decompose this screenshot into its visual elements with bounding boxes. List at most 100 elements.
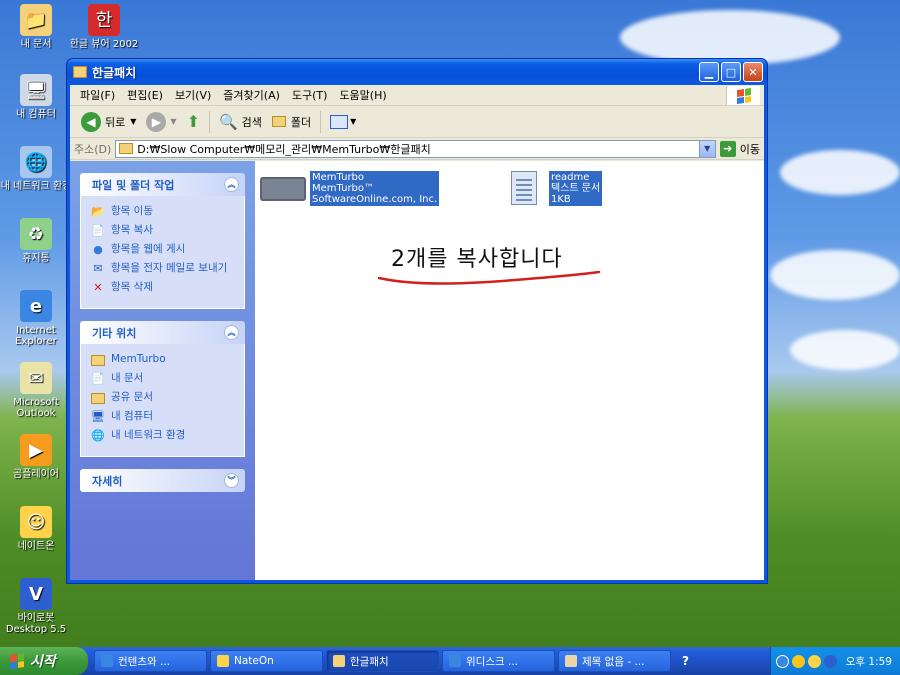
views-button[interactable]: ▼ (325, 109, 361, 135)
security-shield-icon[interactable] (791, 654, 805, 668)
chevron-down-icon[interactable]: ▼ (170, 117, 176, 126)
forward-button[interactable]: ▶ ▼ (141, 109, 181, 135)
desktop-icon-outlook[interactable]: ✉ Microsoft Outlook (0, 362, 72, 419)
expand-icon[interactable]: ︾ (224, 473, 239, 488)
taskbar: 시작 컨텐츠와 ... NateOn 한글패치 위디스크 ... 제목 없음 -… (0, 647, 900, 675)
folder-icon (91, 355, 105, 366)
place-network[interactable]: 🌐 내 네트워크 환경 (91, 429, 234, 443)
recycle-bin-icon: ♻ (20, 218, 52, 250)
place-my-documents[interactable]: 📄 내 문서 (91, 372, 234, 386)
close-button[interactable]: ✕ (743, 62, 763, 82)
globe-icon: ● (93, 243, 103, 256)
antivirus-tray-icon[interactable] (823, 654, 837, 668)
file-item-readme[interactable]: readme 텍스트 문서 1KB (511, 171, 603, 206)
windows-logo-icon (10, 653, 24, 669)
desktop-icon-my-computer[interactable]: 🖥 내 컴퓨터 (0, 74, 72, 120)
desktop-icon-gom-player[interactable]: ▶ 곰플레이어 (0, 434, 72, 480)
task-copy-item[interactable]: 📄 항목 복사 (91, 224, 234, 238)
menu-help[interactable]: 도움말(H) (333, 87, 392, 103)
hangul-viewer-icon: 한 (88, 4, 120, 36)
desktop-icon-nateon[interactable]: ☺ 네이트온 (0, 506, 72, 552)
desktop-icon-network[interactable]: 🌐 내 네트워크 환경 (0, 146, 72, 192)
search-label: 검색 (241, 115, 262, 129)
collapse-icon[interactable]: ︽ (224, 325, 239, 340)
file-view[interactable]: MemTurbo MemTurbo™ SoftwareOnline.com, I… (255, 161, 764, 580)
place-shared-documents[interactable]: 공유 문서 (91, 391, 234, 405)
other-places-title: 기타 위치 (92, 326, 137, 340)
maximize-button[interactable]: □ (721, 62, 741, 82)
windows-logo-icon (726, 86, 760, 105)
chevron-down-icon[interactable]: ▼ (698, 140, 715, 157)
desktop-icon-virobot[interactable]: V 바이로봇 Desktop 5.5 (0, 578, 72, 635)
task-button[interactable]: NateOn (210, 650, 323, 672)
go-button[interactable]: ➜ 이동 (719, 140, 760, 157)
minimize-button[interactable]: ▁ (699, 62, 719, 82)
task-button[interactable]: 제목 없음 - ... (558, 650, 671, 672)
file-name: MemTurbo (312, 172, 365, 183)
place-my-computer[interactable]: 🖥 내 컴퓨터 (91, 410, 234, 424)
folders-label: 폴더 (290, 115, 312, 129)
title-bar[interactable]: 한글패치 ▁ □ ✕ (67, 59, 767, 85)
chevron-down-icon[interactable]: ▼ (130, 117, 136, 126)
outlook-icon: ✉ (20, 362, 52, 394)
network-icon: 🌐 (20, 146, 52, 178)
task-button[interactable]: 위디스크 ... (442, 650, 555, 672)
file-tasks-panel: 파일 및 폴더 작업 ︽ 📂 항목 이동 📄 항목 복사 ● 항목을 웹에 게시… (80, 173, 245, 309)
nateon-icon: ☺ (20, 506, 52, 538)
file-tasks-header[interactable]: 파일 및 폴더 작업 ︽ (80, 173, 245, 196)
task-pane: 파일 및 폴더 작업 ︽ 📂 항목 이동 📄 항목 복사 ● 항목을 웹에 게시… (70, 161, 255, 580)
search-icon: 🔍 (218, 112, 238, 131)
text-document-icon (511, 171, 537, 205)
go-arrow-icon: ➜ (719, 140, 736, 157)
task-move-item[interactable]: 📂 항목 이동 (91, 205, 234, 219)
address-bar: 주소(D) D:₩Slow Computer₩메모리_관리₩MemTurbo₩한… (70, 138, 764, 160)
folder-icon: 📁 (20, 4, 52, 36)
folders-button[interactable]: 폴더 (267, 109, 316, 135)
desktop-icon-my-documents[interactable]: 📁 내 문서 (0, 4, 72, 50)
task-delete-item[interactable]: ✕ 항목 삭제 (91, 281, 234, 295)
views-icon (330, 114, 349, 129)
memory-chip-icon (260, 177, 306, 201)
up-folder-button[interactable]: ⬆ (182, 109, 205, 135)
other-places-header[interactable]: 기타 위치 ︽ (80, 321, 245, 344)
task-button[interactable]: 컨텐츠와 ... (94, 650, 207, 672)
back-button[interactable]: ◀ 뒤로 ▼ (76, 109, 141, 135)
menu-edit[interactable]: 편집(E) (121, 87, 169, 103)
delete-icon: ✕ (93, 281, 103, 294)
task-publish-web[interactable]: ● 항목을 웹에 게시 (91, 243, 234, 257)
task-list: 컨텐츠와 ... NateOn 한글패치 위디스크 ... 제목 없음 - ..… (94, 650, 674, 672)
explorer-body: 파일 및 폴더 작업 ︽ 📂 항목 이동 📄 항목 복사 ● 항목을 웹에 게시… (70, 161, 764, 580)
address-input[interactable]: D:₩Slow Computer₩메모리_관리₩MemTurbo₩한글패치 ▼ (115, 139, 716, 158)
file-description: MemTurbo™ (312, 183, 375, 194)
nateon-tray-icon[interactable] (807, 654, 821, 668)
desktop-icon-hangul-viewer[interactable]: 한 한글 뷰어 2002 (68, 4, 140, 50)
help-icon[interactable]: ? (682, 654, 689, 668)
go-label: 이동 (739, 142, 760, 156)
file-size: 1KB (551, 194, 571, 205)
clock[interactable]: 오후 1:59 (846, 654, 892, 669)
menu-favorites[interactable]: 즐겨찾기(A) (217, 87, 286, 103)
menu-view[interactable]: 보기(V) (169, 87, 217, 103)
start-button[interactable]: 시작 (0, 647, 88, 675)
collapse-icon[interactable]: ︽ (224, 177, 239, 192)
email-icon: ✉ (93, 262, 103, 275)
menu-file[interactable]: 파일(F) (74, 87, 121, 103)
desktop-icon-internet-explorer[interactable]: e Internet Explorer (0, 290, 72, 347)
task-email-item[interactable]: ✉ 항목을 전자 메일로 보내기 (91, 262, 234, 276)
start-label: 시작 (30, 654, 56, 670)
task-button-active[interactable]: 한글패치 (326, 650, 439, 672)
toolbar-separator (208, 110, 210, 133)
desktop-icon-recycle-bin[interactable]: ♻ 휴지통 (0, 218, 72, 264)
file-item-memturbo[interactable]: MemTurbo MemTurbo™ SoftwareOnline.com, I… (260, 171, 440, 206)
explorer-window: 한글패치 ▁ □ ✕ 파일(F) 편집(E) 보기(V) 즐겨찾기(A) 도구(… (66, 58, 768, 584)
virobot-icon: V (20, 578, 52, 610)
search-button[interactable]: 🔍 검색 (214, 109, 267, 135)
copy-icon: 📄 (91, 224, 105, 237)
place-memturbo[interactable]: MemTurbo (91, 353, 234, 367)
menu-tools[interactable]: 도구(T) (286, 87, 334, 103)
details-header[interactable]: 자세히 ︾ (80, 469, 245, 492)
toolbar: ◀ 뒤로 ▼ ▶ ▼ ⬆ 🔍 검색 폴더 ▼ (70, 106, 764, 138)
toolbar-separator (320, 110, 322, 133)
network-icon: 🌐 (91, 429, 105, 442)
tray-expand-icon[interactable] (775, 654, 789, 668)
